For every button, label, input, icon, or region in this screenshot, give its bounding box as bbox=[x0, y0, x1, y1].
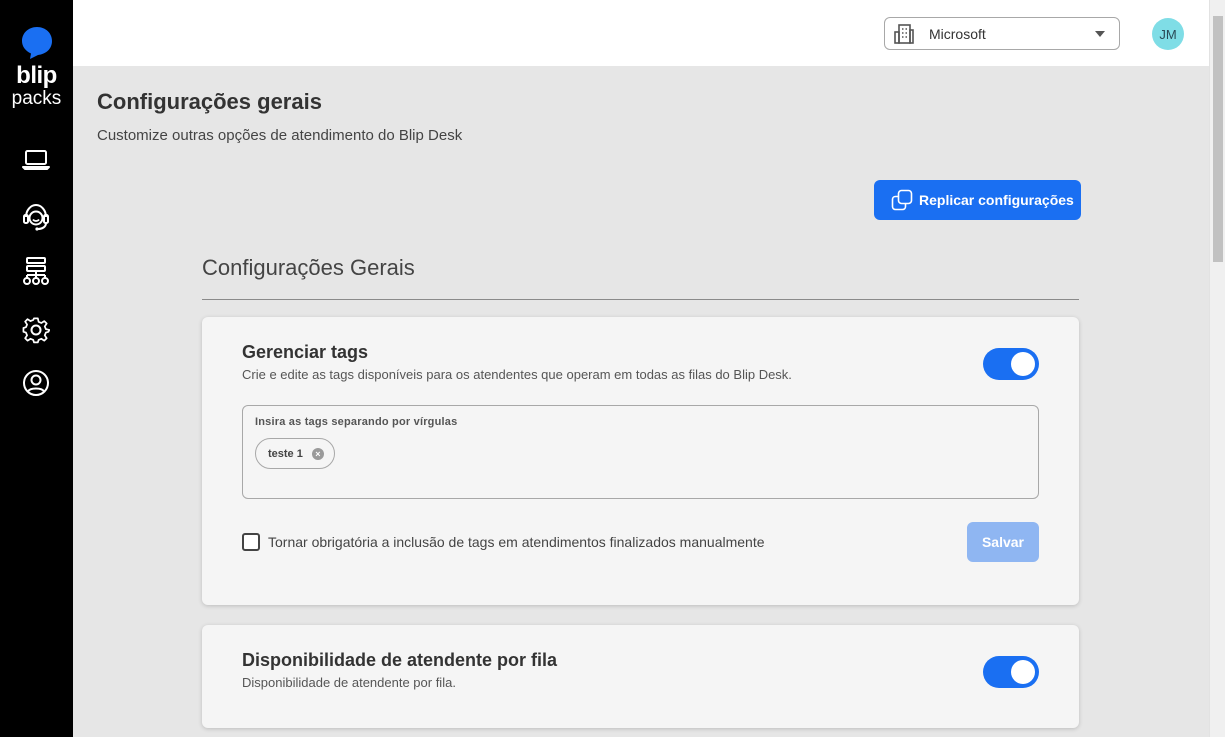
required-tags-checkbox[interactable] bbox=[242, 533, 260, 551]
sidebar: blip packs bbox=[0, 0, 73, 737]
nav-support[interactable] bbox=[19, 200, 53, 234]
manage-tags-description: Crie e edite as tags disponíveis para os… bbox=[242, 367, 792, 382]
building-icon bbox=[894, 23, 914, 44]
nav-profile[interactable] bbox=[19, 366, 53, 400]
toggle-knob bbox=[1011, 352, 1035, 376]
chevron-down-icon bbox=[1095, 31, 1105, 37]
nav-settings[interactable] bbox=[19, 313, 53, 347]
tag-chip: teste 1 × bbox=[255, 438, 335, 469]
gear-icon bbox=[22, 317, 50, 344]
replicate-settings-button[interactable]: Replicar configurações bbox=[874, 180, 1081, 220]
queue-availability-card: Disponibilidade de atendente por fila Di… bbox=[202, 625, 1079, 728]
logo-text-packs: packs bbox=[11, 88, 62, 109]
page-title: Configurações gerais bbox=[97, 89, 322, 114]
manage-tags-toggle[interactable] bbox=[983, 348, 1039, 380]
logo-text-blip: blip bbox=[16, 62, 57, 89]
user-avatar[interactable]: JM bbox=[1152, 18, 1184, 50]
blip-bubble-icon bbox=[22, 27, 52, 59]
nav-laptop[interactable] bbox=[19, 143, 53, 177]
toggle-knob bbox=[1011, 660, 1035, 684]
tags-input[interactable]: Insira as tags separando por vírgulas te… bbox=[242, 405, 1039, 499]
scrollbar-thumb[interactable] bbox=[1213, 16, 1223, 262]
section-divider bbox=[202, 299, 1079, 300]
manage-tags-title: Gerenciar tags bbox=[242, 342, 369, 362]
section-title: Configurações Gerais bbox=[202, 255, 415, 280]
replicate-settings-label: Replicar configurações bbox=[919, 192, 1074, 208]
queue-availability-title: Disponibilidade de atendente por fila bbox=[242, 650, 558, 670]
nav-flows[interactable] bbox=[19, 254, 53, 288]
required-tags-label[interactable]: Tornar obrigatória a inclusão de tags em… bbox=[268, 534, 765, 550]
sitemap-icon bbox=[23, 257, 49, 285]
tenant-selector[interactable]: Microsoft bbox=[884, 17, 1120, 50]
manage-tags-card: Gerenciar tags Crie e edite as tags disp… bbox=[202, 317, 1079, 605]
top-bar: Microsoft JM bbox=[73, 0, 1209, 66]
copy-icon bbox=[891, 189, 913, 211]
page-scrollbar[interactable] bbox=[1209, 0, 1225, 737]
tag-chip-label: teste 1 bbox=[268, 447, 303, 460]
support-agent-icon bbox=[23, 203, 49, 231]
tags-input-label: Insira as tags separando por vírgulas bbox=[255, 416, 458, 428]
queue-availability-toggle[interactable] bbox=[983, 656, 1039, 688]
page-subtitle: Customize outras opções de atendimento d… bbox=[97, 127, 463, 144]
remove-tag-icon[interactable]: × bbox=[311, 447, 324, 460]
laptop-icon bbox=[22, 150, 50, 170]
user-profile-icon bbox=[23, 370, 49, 396]
save-button[interactable]: Salvar bbox=[967, 522, 1039, 562]
queue-availability-description: Disponibilidade de atendente por fila. bbox=[242, 675, 456, 690]
tenant-name: Microsoft bbox=[929, 25, 986, 42]
